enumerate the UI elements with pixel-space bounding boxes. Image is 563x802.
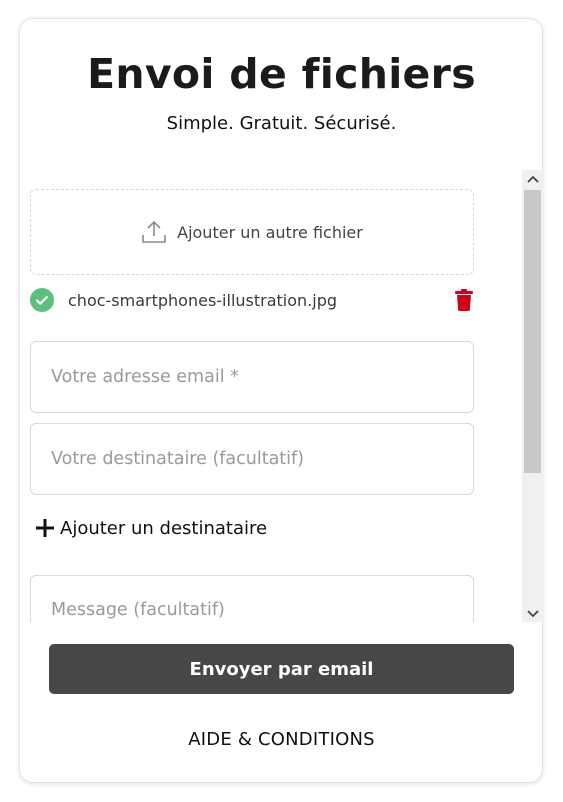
- send-email-button[interactable]: Envoyer par email: [49, 644, 514, 694]
- file-name: choc-smartphones-illustration.jpg: [68, 290, 338, 310]
- add-recipient-label: Ajouter un destinataire: [60, 517, 268, 539]
- add-file-label: Ajouter un autre fichier: [177, 222, 363, 242]
- scrollbar-thumb[interactable]: [524, 190, 541, 473]
- trash-icon[interactable]: [454, 289, 474, 311]
- form-scroll-area: Ajouter un autre fichier choc-smartphone…: [30, 170, 523, 622]
- add-recipient-button[interactable]: Ajouter un destinataire: [34, 517, 267, 539]
- message-field[interactable]: [30, 575, 474, 622]
- page-subtitle: Simple. Gratuit. Sécurisé.: [166, 113, 397, 134]
- help-conditions-link[interactable]: AIDE & CONDITIONS: [0, 729, 563, 750]
- upload-icon: [141, 219, 167, 245]
- add-file-dropzone[interactable]: Ajouter un autre fichier: [30, 189, 474, 275]
- scrollbar[interactable]: [522, 170, 543, 622]
- scroll-up-arrow-icon[interactable]: [522, 170, 543, 187]
- page-title: Envoi de fichiers: [87, 50, 476, 98]
- plus-icon: [34, 517, 56, 539]
- check-circle-icon: [30, 288, 54, 312]
- recipient-field[interactable]: [30, 423, 474, 495]
- email-field[interactable]: [30, 341, 474, 413]
- file-list-item: choc-smartphones-illustration.jpg: [30, 288, 474, 312]
- scroll-down-arrow-icon[interactable]: [522, 605, 543, 622]
